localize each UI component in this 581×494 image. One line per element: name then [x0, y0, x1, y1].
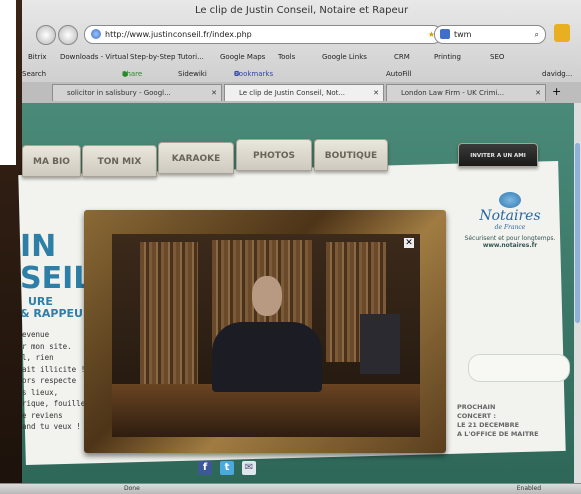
nav-ton-mix[interactable]: TON MIX [82, 145, 157, 177]
bookmarks-bar: Bitrix Downloads - Virtual Step-by-Step … [22, 48, 581, 66]
twitter-icon[interactable]: t [220, 461, 234, 475]
bookmarks-label: Bookmarks [234, 70, 274, 78]
social-links: f t ✉ [198, 461, 268, 477]
back-button[interactable] [36, 25, 56, 45]
audio-player[interactable] [468, 354, 570, 382]
navigation-row: http://www.justinconseil.fr/index.php ★ … [22, 22, 581, 48]
google-toolbar: Search ● Share Sidewiki ✪ Bookmarks Auto… [22, 66, 581, 82]
bookmark-item[interactable]: CRM [394, 48, 410, 66]
tab-solicitor[interactable]: solicitor in salisbury - Googl... ✕ [52, 84, 222, 101]
nav-karaoke[interactable]: KARAOKE [158, 142, 234, 174]
close-tab-icon[interactable]: ✕ [373, 85, 379, 101]
tab-bar: solicitor in salisbury - Googl... ✕ Le cl… [22, 82, 581, 103]
invite-friend-button[interactable]: INVITER A UN AMI [458, 143, 538, 167]
bookmark-item[interactable]: Printing [434, 48, 461, 66]
tab-london-law[interactable]: London Law Firm - UK Crimi... ✕ [386, 84, 546, 101]
google-icon [440, 29, 450, 39]
url-text: http://www.justinconseil.fr/index.php [105, 30, 252, 39]
intro-line: r mon site. [22, 341, 72, 351]
autofill-button[interactable]: AutoFill [386, 66, 412, 82]
site-title-line1: IN [22, 229, 57, 264]
toolbar-search[interactable]: Search [22, 66, 46, 82]
intro-line: s lieux, [22, 387, 59, 397]
intro-line: ors respecte [22, 376, 77, 385]
site-subtitle-line2: & RAPPEUR [22, 307, 92, 320]
close-video-icon[interactable]: ✕ [404, 238, 414, 248]
close-tab-icon[interactable]: ✕ [211, 85, 217, 101]
background-window [0, 0, 22, 493]
site-favicon-icon [91, 29, 101, 39]
notaires-logo[interactable]: Notaires de France Sécurisent et pour lo… [460, 186, 560, 266]
intro-line: e reviens [22, 410, 63, 420]
browser-chrome: Le clip de Justin Conseil, Notaire et Ra… [22, 0, 581, 104]
video-player[interactable]: ✕ [112, 234, 420, 437]
sidewiki-button[interactable]: Sidewiki [178, 66, 207, 82]
share-label: Share [122, 70, 143, 78]
status-bar: Done Enabled [0, 483, 581, 494]
folder-icon[interactable] [554, 24, 570, 42]
concert-line: A L'OFFICE DE MAITRE [457, 430, 539, 438]
notary-head [252, 276, 282, 316]
notaires-name: Notaires [479, 208, 541, 224]
concert-line: LE 21 DECEMBRE [457, 421, 520, 429]
notary-figure [212, 322, 322, 392]
bookmark-item[interactable]: Step-by-Step Tutori... [130, 48, 204, 66]
magnifier-icon[interactable]: ⌕ [535, 26, 539, 43]
bookshelf-left [140, 242, 198, 392]
address-bar[interactable]: http://www.justinconseil.fr/index.php ★ [84, 25, 442, 44]
facebook-icon[interactable]: f [198, 461, 212, 475]
tab-justin-conseil[interactable]: Le clip de Justin Conseil, Not... ✕ [224, 84, 384, 101]
nav-boutique[interactable]: BOUTIQUE [314, 139, 388, 171]
tab-label: solicitor in salisbury - Googl... [67, 89, 171, 97]
nav-photos[interactable]: PHOTOS [236, 139, 312, 171]
scrollbar[interactable] [574, 103, 581, 483]
new-tab-button[interactable]: + [552, 85, 561, 98]
intro-line: evenue [22, 330, 50, 339]
concert-line: PROCHAIN [457, 403, 496, 411]
intro-line: and tu veux ! [22, 422, 81, 431]
notaires-emblem-icon [499, 192, 521, 208]
chair [360, 314, 400, 374]
close-tab-icon[interactable]: ✕ [535, 85, 541, 101]
tab-label: London Law Firm - UK Crimi... [401, 89, 505, 97]
search-input[interactable]: twm ⌕ [434, 25, 546, 44]
intro-line: rique, fouille [22, 399, 86, 408]
forward-button[interactable] [58, 25, 78, 45]
tab-label: Le clip de Justin Conseil, Not... [239, 89, 346, 97]
intro-line: ait illicite ! [22, 364, 86, 374]
concert-line: CONCERT : [457, 412, 496, 420]
intro-line: l, rien [22, 353, 54, 362]
next-concert: PROCHAIN CONCERT : LE 21 DECEMBRE A L'OF… [457, 403, 557, 439]
notaires-url[interactable]: www.notaires.fr [460, 242, 560, 249]
bookmark-item[interactable]: Google Maps [220, 48, 265, 66]
bookmark-item[interactable]: Downloads - Virtual [60, 48, 128, 66]
bookmark-item[interactable]: SEO [490, 48, 504, 66]
email-icon[interactable]: ✉ [242, 461, 256, 475]
user-account[interactable]: davidg... [542, 66, 572, 82]
search-value: twm [454, 30, 472, 39]
bookmark-item[interactable]: Tools [278, 48, 295, 66]
scrollbar-thumb[interactable] [575, 143, 580, 323]
intro-text: evenue r mon site. l, rien ait illicite ! or… [22, 329, 85, 433]
bookmark-item[interactable]: Bitrix [28, 48, 46, 66]
window-title: Le clip de Justin Conseil, Notaire et Ra… [194, 5, 409, 16]
nav-ma-bio[interactable]: MA BIO [22, 145, 81, 177]
bookmark-item[interactable]: Google Links [322, 48, 367, 66]
notaires-tagline: Sécurisent et pour longtemps. [464, 235, 556, 242]
notaires-subtitle: de France [494, 224, 526, 231]
site-title-line2: SEIL [22, 261, 93, 296]
